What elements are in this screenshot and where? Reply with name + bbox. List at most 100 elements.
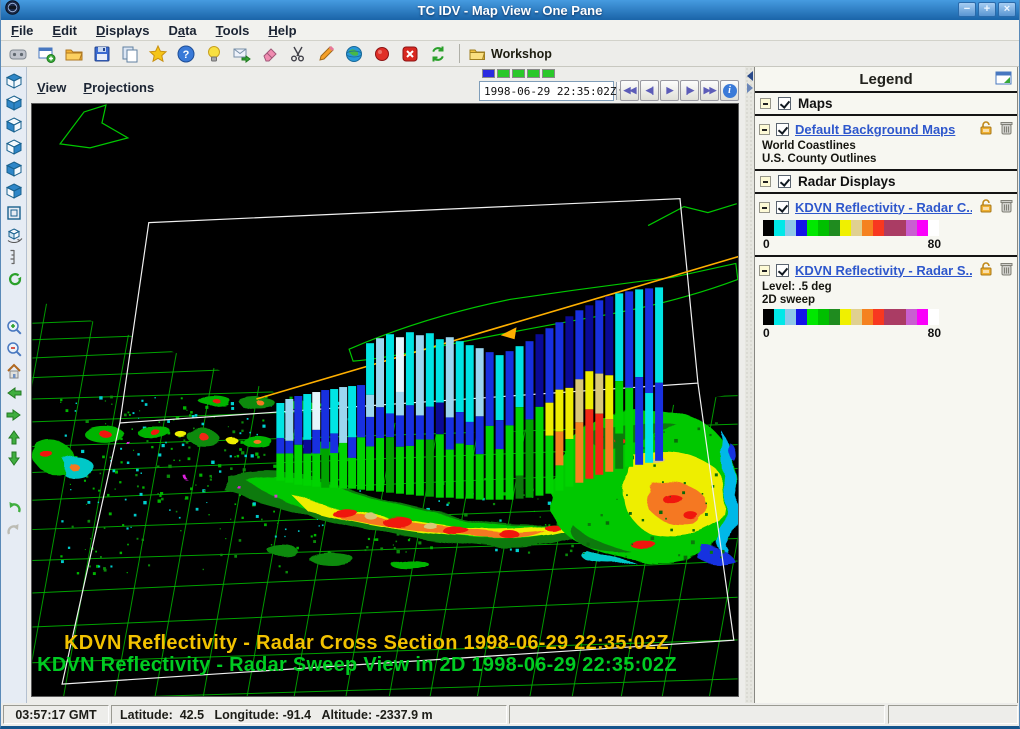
- edit-button[interactable]: [314, 42, 338, 66]
- menu-displays[interactable]: Displays: [96, 23, 149, 38]
- expand-right-arrow[interactable]: [747, 83, 753, 93]
- display-link[interactable]: Default Background Maps: [795, 122, 972, 137]
- view-right-button[interactable]: [3, 137, 24, 157]
- zoom-in-button[interactable]: [3, 317, 24, 337]
- properties-button[interactable]: i: [720, 80, 739, 101]
- display-link[interactable]: KDVN Reflectivity - Radar C...: [795, 200, 972, 215]
- category-label: Maps: [798, 96, 833, 111]
- maps-visibility-checkbox[interactable]: [778, 97, 791, 110]
- map-view-canvas[interactable]: KDVN Reflectivity - Radar Cross Section …: [31, 103, 739, 697]
- send-mail-button[interactable]: [230, 42, 254, 66]
- item-visibility-checkbox[interactable]: [776, 264, 789, 277]
- tip-button[interactable]: [202, 42, 226, 66]
- collapse-button[interactable]: [759, 265, 770, 276]
- workshop-button[interactable]: Workshop: [469, 46, 552, 61]
- redo-icon: [5, 520, 23, 538]
- close-button[interactable]: ×: [998, 2, 1016, 17]
- box-outline-button[interactable]: [3, 203, 24, 223]
- maximize-button[interactable]: +: [978, 2, 996, 17]
- view-back-button[interactable]: [3, 181, 24, 201]
- view-front-icon: [5, 160, 23, 178]
- step-forward-button[interactable]: |▶: [680, 80, 699, 101]
- zoom-out-button[interactable]: [3, 339, 24, 359]
- refresh-button[interactable]: [426, 42, 450, 66]
- trash-icon[interactable]: [1000, 198, 1013, 216]
- lock-icon[interactable]: [978, 261, 994, 279]
- item-visibility-checkbox[interactable]: [776, 201, 789, 214]
- help-button[interactable]: ?: [174, 42, 198, 66]
- menu-tools[interactable]: Tools: [216, 23, 250, 38]
- pan-up-button[interactable]: [3, 427, 24, 447]
- record-icon: [372, 44, 392, 64]
- display-link[interactable]: KDVN Reflectivity - Radar S...: [795, 263, 972, 278]
- toolbar-separator: [459, 44, 460, 63]
- collapse-left-arrow[interactable]: [747, 71, 753, 81]
- eraser-button[interactable]: [258, 42, 282, 66]
- view-right-icon: [5, 138, 23, 156]
- svg-text:?: ?: [183, 49, 190, 61]
- remove-button[interactable]: [398, 42, 422, 66]
- record-button[interactable]: [370, 42, 394, 66]
- view-top-button[interactable]: [3, 71, 24, 91]
- step-back-button[interactable]: ◀|: [640, 80, 659, 101]
- menu-help[interactable]: Help: [268, 23, 296, 38]
- collapse-button[interactable]: [759, 124, 770, 135]
- refresh-icon: [428, 44, 448, 64]
- lock-icon[interactable]: [978, 198, 994, 216]
- title-bar[interactable]: TC IDV - Map View - One Pane − + ×: [1, 0, 1019, 20]
- view-bottom-button[interactable]: [3, 93, 24, 113]
- time-combobox[interactable]: 1998-06-29 22:35:02Z ▼: [479, 81, 614, 101]
- view-top-icon: [5, 72, 23, 90]
- cut-icon: [288, 44, 308, 64]
- lock-icon[interactable]: [978, 120, 994, 138]
- collapse-button[interactable]: [760, 98, 771, 109]
- menu-file[interactable]: File: [11, 23, 33, 38]
- collapse-button[interactable]: [760, 176, 771, 187]
- undo-icon: [5, 498, 23, 516]
- favorites-button[interactable]: [146, 42, 170, 66]
- reset-rotation-button[interactable]: [3, 269, 24, 289]
- sweep-mode-label: 2D sweep: [755, 293, 1017, 306]
- colorbar-max: 80: [928, 326, 941, 340]
- save-button[interactable]: [90, 42, 114, 66]
- pan-left-button[interactable]: [3, 383, 24, 403]
- view-front-button[interactable]: [3, 159, 24, 179]
- redo-button[interactable]: [3, 519, 24, 539]
- globe-button[interactable]: [342, 42, 366, 66]
- menu-edit[interactable]: Edit: [52, 23, 77, 38]
- undo-button[interactable]: [3, 497, 24, 517]
- radar-visibility-checkbox[interactable]: [778, 175, 791, 188]
- last-button[interactable]: ▶▶: [700, 80, 719, 101]
- open-folder-button[interactable]: [62, 42, 86, 66]
- copy-button[interactable]: [118, 42, 142, 66]
- rotate-view-button[interactable]: [3, 225, 24, 245]
- pan-down-button[interactable]: [3, 449, 24, 469]
- menu-projections[interactable]: Projections: [83, 80, 154, 95]
- view-left-icon: [5, 116, 23, 134]
- play-button[interactable]: ▶: [660, 80, 679, 101]
- menu-view[interactable]: View: [37, 80, 66, 95]
- first-button[interactable]: ◀◀: [620, 80, 639, 101]
- item-visibility-checkbox[interactable]: [776, 123, 789, 136]
- dashboard-icon: [8, 44, 28, 64]
- panel-splitter[interactable]: [745, 67, 754, 703]
- new-window-button[interactable]: [34, 42, 58, 66]
- colorbar-max: 80: [928, 237, 941, 251]
- view-bottom-icon: [5, 94, 23, 112]
- colorbar-min: 0: [763, 326, 770, 340]
- pan-right-button[interactable]: [3, 405, 24, 425]
- trash-icon[interactable]: [1000, 261, 1013, 279]
- menu-data[interactable]: Data: [168, 23, 196, 38]
- cut-button[interactable]: [286, 42, 310, 66]
- map-layer-label: U.S. County Outlines: [755, 152, 1017, 165]
- reset-rotation-icon: [5, 270, 23, 288]
- float-legend-icon[interactable]: [995, 71, 1012, 89]
- dashboard-button[interactable]: [6, 42, 30, 66]
- save-icon: [92, 44, 112, 64]
- trash-icon[interactable]: [1000, 120, 1013, 138]
- vertical-scale-button[interactable]: [3, 247, 24, 267]
- home-button[interactable]: [3, 361, 24, 381]
- minimize-button[interactable]: −: [958, 2, 976, 17]
- view-left-button[interactable]: [3, 115, 24, 135]
- collapse-button[interactable]: [759, 202, 770, 213]
